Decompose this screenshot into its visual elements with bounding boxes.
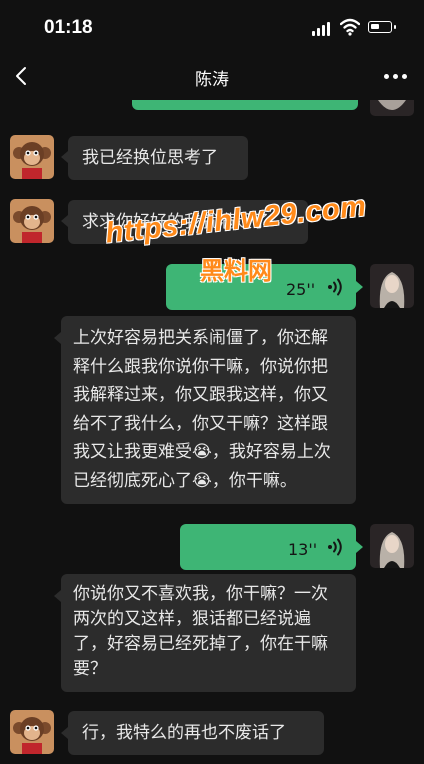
contact-avatar[interactable] [10,135,54,179]
bubble-tail [356,541,363,553]
bubble-tail [61,727,68,739]
status-bar: 01:18 [0,0,424,52]
bubble-tail [54,590,61,602]
more-options-icon[interactable] [384,74,408,80]
message-bubble-incoming[interactable]: 你说你又不喜欢我，你干嘛？一次两次的又这样，狠话都已经说遍了，好容易已经死掉了，… [61,574,356,692]
bubble-tail [54,332,61,344]
message-bubble-incoming[interactable]: 求求你好好的我就满足了 [68,200,308,244]
voice-message-bubble[interactable]: 13'' [180,524,356,570]
bubble-tail [61,215,68,227]
chat-header: 陈涛 [0,52,424,100]
chat-title: 陈涛 [195,70,229,90]
message-bubble-incoming[interactable]: 我已经换位思考了 [68,136,248,180]
bubble-tail [61,151,68,163]
self-avatar[interactable] [370,100,414,116]
message-bubble-incoming[interactable]: 行，我特么的再也不废话了 [68,711,324,755]
message-bubble-incoming[interactable]: 上次好容易把关系闹僵了，你还解释什么跟我你说你干嘛，你说你把我解释过来，你又跟我… [61,316,356,504]
battery-icon [368,21,396,33]
voice-wave-icon [328,278,342,296]
voice-message-bubble[interactable]: 25'' [166,264,356,310]
bubble-tail [356,281,363,293]
self-avatar[interactable] [370,264,414,308]
voice-duration: 13'' [288,540,318,559]
self-avatar[interactable] [370,524,414,568]
cellular-signal-icon [312,22,334,36]
wifi-icon [340,18,360,36]
contact-avatar[interactable] [10,710,54,754]
voice-duration: 25'' [286,280,316,299]
contact-avatar[interactable] [10,199,54,243]
message-bubble-outgoing-partial[interactable] [132,100,358,110]
voice-wave-icon [328,538,342,556]
status-time: 01:18 [44,17,93,38]
